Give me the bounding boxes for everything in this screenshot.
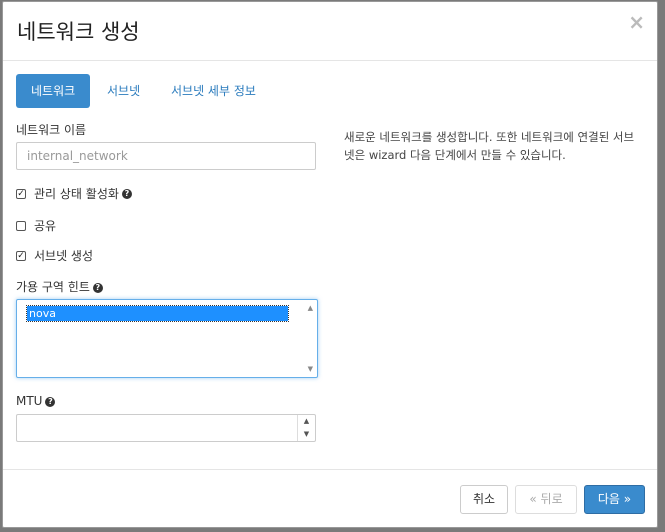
question-circle-icon: ?: [92, 282, 103, 293]
question-circle-icon: ?: [45, 396, 56, 407]
next-button[interactable]: 다음 »: [584, 485, 645, 514]
scroll-down-icon[interactable]: ▼: [308, 365, 313, 373]
create-network-modal: 네트워크 생성 × 네트워크 서브넷 서브넷 세부 정보 네트워크 이름 ✓ 관…: [2, 1, 658, 528]
mtu-input[interactable]: ▲ ▼: [16, 414, 316, 442]
network-name-label: 네트워크 이름: [16, 123, 87, 137]
checkmark-icon: ✓: [16, 188, 26, 199]
help-text: 새로운 네트워크를 생성합니다. 또한 네트워크에 연결된 서브넷은 wizar…: [344, 130, 635, 162]
cancel-button[interactable]: 취소: [460, 485, 508, 514]
modal-title: 네트워크 생성: [17, 20, 140, 44]
scroll-up-icon[interactable]: ▲: [308, 304, 313, 312]
mtu-stepper[interactable]: ▲ ▼: [297, 415, 315, 441]
mtu-label: MTU?: [16, 394, 56, 408]
stepper-up-icon[interactable]: ▲: [298, 415, 315, 428]
network-name-input[interactable]: [16, 142, 316, 170]
modal-header: 네트워크 생성 ×: [3, 2, 657, 61]
admin-state-checkbox[interactable]: ✓ 관리 상태 활성화 ?: [16, 185, 132, 202]
create-subnet-label: 서브넷 생성: [34, 249, 94, 263]
shared-checkbox[interactable]: 공유: [16, 217, 56, 234]
scrollbar[interactable]: ▲ ▼: [301, 300, 317, 377]
mtu-label-text: MTU: [16, 394, 43, 408]
question-circle-icon: ?: [121, 188, 132, 199]
az-hint-listbox[interactable]: nova ▲ ▼: [16, 299, 318, 378]
checkmark-icon: ✓: [16, 250, 26, 261]
close-icon[interactable]: ×: [628, 12, 645, 32]
admin-state-label: 관리 상태 활성화: [34, 187, 119, 201]
stepper-down-icon[interactable]: ▼: [298, 428, 315, 441]
back-button[interactable]: « 뒤로: [515, 485, 577, 514]
az-option-nova[interactable]: nova: [26, 305, 289, 322]
tab-network[interactable]: 네트워크: [16, 74, 91, 108]
az-hint-label: 가용 구역 힌트?: [16, 278, 103, 295]
az-hint-label-text: 가용 구역 힌트: [16, 280, 90, 294]
create-subnet-checkbox[interactable]: ✓ 서브넷 생성: [16, 247, 93, 264]
tab-subnet-details[interactable]: 서브넷 세부 정보: [171, 74, 256, 108]
tab-subnet[interactable]: 서브넷: [107, 74, 140, 108]
checkbox-empty-icon: [16, 220, 26, 231]
shared-label: 공유: [34, 219, 57, 233]
modal-footer: 취소 « 뒤로 다음 »: [3, 469, 657, 528]
